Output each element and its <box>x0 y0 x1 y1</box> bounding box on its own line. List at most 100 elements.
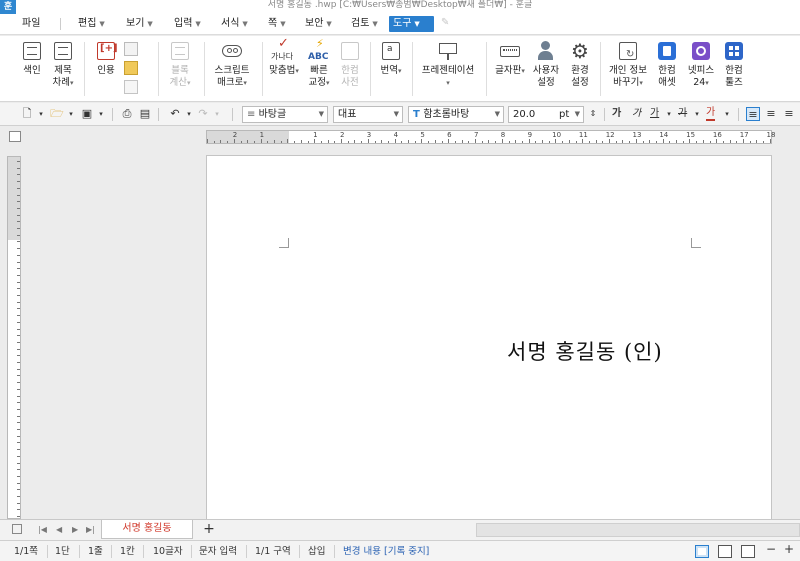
add-tab-button[interactable]: + <box>200 521 218 539</box>
chevron-down-icon[interactable]: ▾ <box>182 107 196 121</box>
menu-input[interactable]: 입력 ▼ <box>170 16 205 32</box>
ruler-corner-button[interactable] <box>9 131 21 142</box>
status-column: 1단 <box>55 546 70 557</box>
presentation-button[interactable]: 프레젠테이션 ▾ <box>420 40 476 89</box>
menu-format[interactable]: 서식 ▼ <box>217 16 252 32</box>
align-center-icon[interactable]: ≡ <box>782 107 796 121</box>
index-button[interactable]: 색인 <box>18 40 46 77</box>
spelling-button[interactable]: ✓ 가나다 맞춤법▾ <box>268 37 300 77</box>
note-icon[interactable] <box>124 80 138 94</box>
vertical-scrollbar[interactable] <box>784 127 800 519</box>
privacy-button[interactable]: ↻ 개인 정보 바꾸기▾ <box>606 40 650 89</box>
vertical-ruler[interactable] <box>7 156 21 519</box>
ruler-tick <box>17 388 20 390</box>
chevron-down-icon: ▾ <box>243 79 247 87</box>
memo-icon[interactable] <box>124 61 138 75</box>
underline-button[interactable]: 가 <box>650 107 659 121</box>
menu-divider <box>60 18 61 30</box>
undo-icon[interactable]: ↶ <box>168 107 182 121</box>
menu-page[interactable]: 쪽 ▼ <box>264 16 290 32</box>
next-tab-icon[interactable]: ▶ <box>72 525 78 534</box>
horizontal-scrollbar[interactable] <box>476 523 800 537</box>
chevron-down-icon[interactable]: ▾ <box>720 107 734 121</box>
chevron-down-icon[interactable]: ▾ <box>34 107 48 121</box>
font-select[interactable]: T 함초롬바탕 ▼ <box>408 106 504 123</box>
chevron-down-icon[interactable]: ▾ <box>662 107 676 121</box>
env-settings-button[interactable]: ⚙ 환경 설정 <box>566 40 594 89</box>
page-view-icon[interactable] <box>695 545 709 558</box>
status-line: 1줄 <box>88 546 103 557</box>
status-insert-mode[interactable]: 삽입 <box>308 545 325 558</box>
chevron-down-icon: ▾ <box>446 79 450 87</box>
ruler-number: 2 <box>339 131 345 139</box>
strikethrough-button[interactable]: 가 <box>678 107 687 121</box>
align-justify-icon[interactable]: ≡ <box>746 107 760 121</box>
width-view-icon[interactable] <box>718 545 732 558</box>
hancom-dict-button[interactable]: 한컴 사전 <box>336 40 364 89</box>
ruler-tick <box>394 139 396 143</box>
italic-button[interactable]: 가 <box>632 107 641 121</box>
new-document-icon[interactable]: 🗋 <box>20 107 34 121</box>
zoom-out-icon[interactable]: − <box>766 543 776 556</box>
last-tab-icon[interactable]: ▶| <box>86 525 95 534</box>
chevron-down-icon[interactable]: ▾ <box>690 107 704 121</box>
document-page[interactable]: 서명 홍길동 (인) <box>206 155 772 519</box>
ruler-tick <box>676 140 677 143</box>
chevron-down-icon: ▼ <box>414 20 420 28</box>
app-logo-icon[interactable]: 훈 <box>0 0 16 14</box>
size-stepper-icon[interactable]: ⇕ <box>586 107 600 121</box>
hancom-tools-button[interactable]: 한컴 툴즈 <box>720 40 748 89</box>
chevron-down-icon[interactable]: ▾ <box>94 107 108 121</box>
tab-list-icon[interactable] <box>12 524 22 534</box>
horizontal-ruler[interactable]: 2 1 1 2 3 4 5 6 7 8 9 10 11 12 13 14 15 16 17 18 <box>206 130 775 144</box>
redo-icon[interactable]: ↷ <box>196 107 210 121</box>
script-macro-button[interactable]: 스크립트 매크로▾ <box>212 40 252 89</box>
ruler-number: 7 <box>473 131 479 139</box>
menu-file[interactable]: 파일 <box>18 16 44 32</box>
ruler-tick <box>528 139 530 143</box>
menu-security[interactable]: 보안 ▼ <box>301 16 336 32</box>
toc-button[interactable]: 제목 차례▾ <box>48 40 78 89</box>
block-calc-button[interactable]: 블록 계산▾ <box>166 40 194 89</box>
quick-fix-button[interactable]: ⚡ ABC 빠른 교정▾ <box>304 38 334 89</box>
ruler-tick <box>213 141 215 143</box>
first-tab-icon[interactable]: |◀ <box>38 525 47 534</box>
tab-document[interactable]: 서명 홍길동 <box>101 520 193 539</box>
status-page[interactable]: 1/1쪽 <box>14 545 38 558</box>
chevron-down-icon[interactable]: ▾ <box>210 107 224 121</box>
menu-view[interactable]: 보기 ▼ <box>122 16 157 32</box>
zoom-in-icon[interactable]: + <box>784 543 794 556</box>
full-view-icon[interactable] <box>741 545 755 558</box>
print-icon[interactable]: ⎙ <box>120 107 134 121</box>
open-folder-icon[interactable]: 🗁 <box>50 107 64 121</box>
status-input-mode[interactable]: 문자 입력 <box>199 545 237 558</box>
language-select[interactable]: 대표 ▼ <box>333 106 403 123</box>
pin-icon[interactable]: ✎ <box>441 17 453 29</box>
font-color-button[interactable]: 가 <box>706 107 716 121</box>
copy-icon[interactable] <box>124 42 138 56</box>
ruler-tick <box>300 140 302 143</box>
bold-button[interactable]: 가 <box>612 107 621 121</box>
translate-button[interactable]: a 번역▾ <box>376 40 406 77</box>
menu-edit[interactable]: 편집 ▼ <box>74 16 109 32</box>
print-preview-icon[interactable]: ▤ <box>138 107 152 121</box>
menu-tools[interactable]: 도구 ▼ <box>389 16 434 32</box>
document-body-text[interactable]: 서명 홍길동 (인) <box>507 336 663 366</box>
font-size-input[interactable]: 20.0 pt ▼ <box>508 106 584 123</box>
save-icon[interactable]: ▣ <box>80 107 94 121</box>
ruler-tick <box>17 516 20 518</box>
netffice-button[interactable]: 넷피스 24▾ <box>684 40 718 89</box>
keyboard-button[interactable]: 글자판▾ <box>494 40 526 77</box>
hancom-assets-button[interactable]: 한컴 애셋 <box>652 40 682 89</box>
chevron-down-icon[interactable]: ▾ <box>64 107 78 121</box>
align-left-icon[interactable]: ≡ <box>764 107 778 121</box>
ruler-tick <box>582 139 584 143</box>
user-settings-button[interactable]: 사용자 설정 <box>530 40 562 89</box>
status-track-changes[interactable]: 변경 내용 [기록 중지] <box>343 545 429 558</box>
style-select[interactable]: ≡ 바탕글 ▼ <box>242 106 328 123</box>
ruler-tick <box>428 141 430 143</box>
prev-tab-icon[interactable]: ◀ <box>56 525 62 534</box>
menu-review[interactable]: 검토 ▼ <box>347 16 382 32</box>
quote-button[interactable]: [+] 인용 <box>92 40 120 77</box>
ribbon-divider <box>262 42 263 96</box>
